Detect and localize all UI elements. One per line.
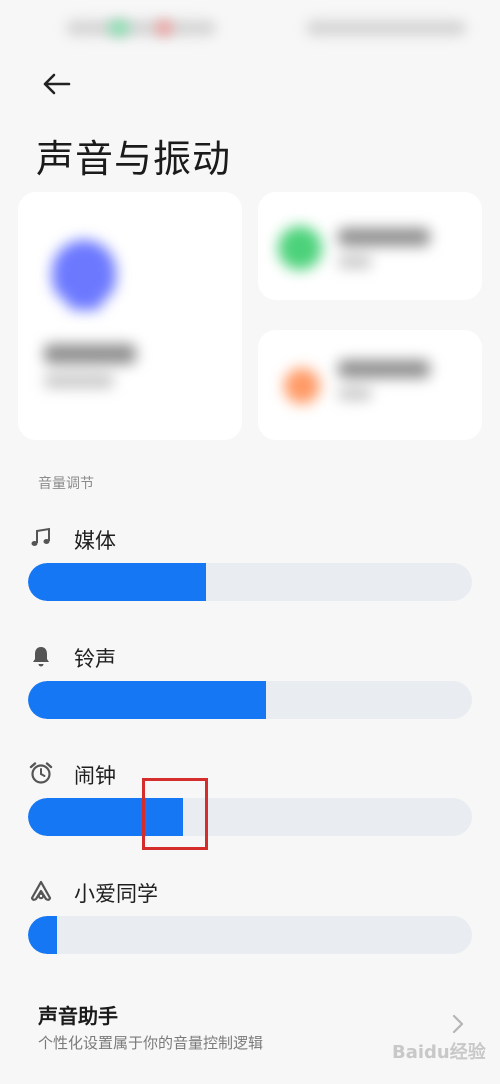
page-title: 声音与振动 bbox=[36, 137, 232, 181]
music-note-icon bbox=[28, 525, 54, 551]
ringtone-label: 铃声 bbox=[74, 647, 116, 671]
annotation-highlight-box bbox=[142, 778, 208, 850]
sound-assistant-subtitle: 个性化设置属于你的音量控制逻辑 bbox=[38, 1034, 264, 1052]
volume-section-label: 音量调节 bbox=[38, 476, 94, 492]
ringtone-volume-fill bbox=[28, 681, 266, 719]
media-label: 媒体 bbox=[74, 529, 116, 553]
ringtone-volume-slider[interactable] bbox=[28, 681, 472, 719]
media-volume-slider[interactable] bbox=[28, 563, 472, 601]
xiaoai-icon bbox=[28, 878, 54, 904]
sound-mode-card-top[interactable] bbox=[258, 192, 482, 300]
bell-icon bbox=[28, 643, 54, 669]
chevron-right-icon bbox=[446, 1010, 470, 1038]
alarm-volume-slider[interactable] bbox=[28, 798, 472, 836]
media-volume-fill bbox=[28, 563, 206, 601]
arrow-left-icon bbox=[43, 73, 71, 95]
xiaoai-volume-slider[interactable] bbox=[28, 916, 472, 954]
alarm-label: 闹钟 bbox=[74, 764, 116, 788]
status-bar bbox=[0, 0, 500, 60]
xiaoai-volume-fill bbox=[28, 916, 57, 954]
sound-assistant-title: 声音助手 bbox=[38, 1004, 118, 1028]
alarm-clock-icon bbox=[28, 760, 54, 786]
xiaoai-label: 小爱同学 bbox=[74, 882, 158, 906]
watermark: Baidu经验 bbox=[392, 1042, 486, 1063]
sound-mode-card-large[interactable] bbox=[18, 192, 242, 440]
back-button[interactable] bbox=[34, 62, 78, 106]
sound-mode-card-bottom[interactable] bbox=[258, 330, 482, 440]
